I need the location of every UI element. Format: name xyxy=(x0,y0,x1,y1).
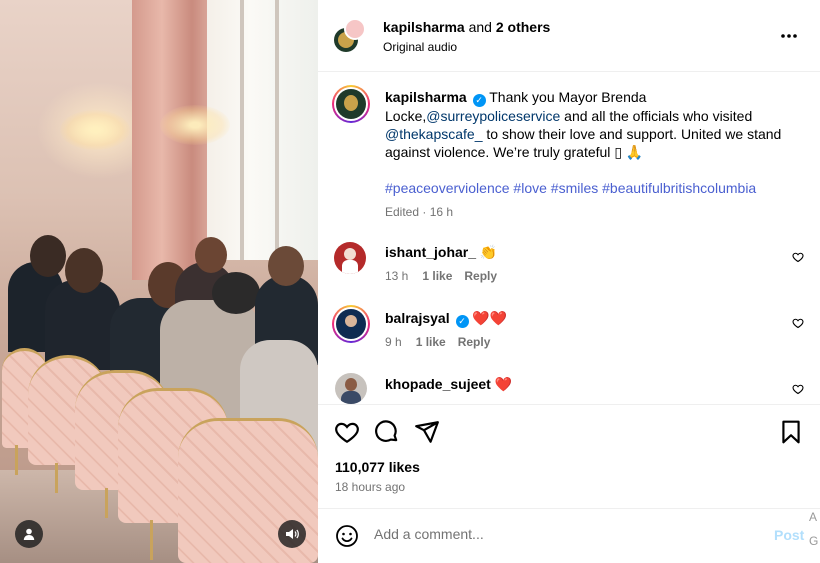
comment-username[interactable]: khopade_sujeet xyxy=(385,376,491,392)
comment-meta: 9 h1 like Reply xyxy=(385,335,491,349)
comment-bubble-icon[interactable] xyxy=(374,419,400,445)
tagged-users-button[interactable] xyxy=(15,520,43,548)
post-media-image[interactable] xyxy=(0,0,318,563)
post-comment-button[interactable]: Post xyxy=(774,527,804,543)
speaker-icon xyxy=(286,529,299,539)
share-paper-plane-icon[interactable] xyxy=(414,419,440,445)
edge-text-a: A xyxy=(809,510,818,524)
more-horizontal-icon xyxy=(781,34,797,38)
audio-toggle-button[interactable] xyxy=(278,520,306,548)
caption-username[interactable]: kapilsharma xyxy=(385,89,467,105)
comment-avatar[interactable] xyxy=(332,305,370,343)
comment-row: khopade_sujeet ❤️ xyxy=(385,376,513,392)
verified-badge-icon: ✓ xyxy=(472,94,486,107)
comment-row: balrajsyal ✓ ❤️❤️ xyxy=(385,310,508,328)
comment-likes[interactable]: 1 like xyxy=(422,269,452,283)
reply-button[interactable]: Reply xyxy=(458,335,491,349)
like-heart-icon[interactable] xyxy=(334,419,360,445)
likes-count[interactable]: 110,077 likes xyxy=(335,459,420,475)
add-comment-input[interactable] xyxy=(374,526,754,542)
user-icon xyxy=(23,528,35,540)
coauthor-avatar[interactable] xyxy=(344,18,366,40)
comment-username[interactable]: balrajsyal xyxy=(385,310,450,326)
mention-thekapscafe[interactable]: @thekapscafe_ xyxy=(385,126,483,142)
comment-avatar[interactable] xyxy=(335,373,367,404)
comment-meta: 13 h1 like Reply xyxy=(385,269,498,283)
posted-time[interactable]: 18 hours ago xyxy=(335,480,405,494)
comment-like-heart-icon[interactable] xyxy=(792,317,804,329)
comment-likes[interactable]: 1 like xyxy=(416,335,446,349)
header-others[interactable]: 2 others xyxy=(496,19,550,35)
caption-avatar[interactable] xyxy=(332,85,370,123)
comment-like-heart-icon[interactable] xyxy=(792,251,804,263)
emoji-smiley-icon[interactable] xyxy=(335,524,359,548)
audio-label[interactable]: Original audio xyxy=(383,40,457,54)
caption-edited-time: Edited · 16 h xyxy=(385,205,454,219)
header-and: and xyxy=(464,19,496,35)
reply-button[interactable]: Reply xyxy=(464,269,497,283)
mention-surreypoliceservice[interactable]: @surreypoliceservice xyxy=(426,108,560,124)
header-author[interactable]: kapilsharma xyxy=(383,19,465,35)
comment-like-heart-icon[interactable] xyxy=(792,383,804,395)
media-chandelier xyxy=(60,110,130,150)
comment-avatar[interactable] xyxy=(334,242,366,274)
post-caption: kapilsharma ✓ Thank you Mayor Brenda Loc… xyxy=(385,88,795,221)
edge-text-g: G xyxy=(809,534,819,548)
post-header: kapilsharma and 2 others Original audio xyxy=(318,0,820,72)
comment-row: ishant_johar_ 👏 xyxy=(385,244,498,260)
save-bookmark-icon[interactable] xyxy=(778,419,804,445)
comment-bar: Post xyxy=(318,508,820,563)
comment-username[interactable]: ishant_johar_ xyxy=(385,244,476,260)
caption-hashtags[interactable]: #peaceoverviolence #love #smiles #beauti… xyxy=(385,179,795,197)
praying-hands-emoji: 🙏 xyxy=(625,144,644,160)
more-options-button[interactable] xyxy=(780,28,798,49)
post-detail-panel: kapilsharma and 2 others Original audio … xyxy=(318,0,820,563)
verified-badge-icon: ✓ xyxy=(455,315,469,328)
